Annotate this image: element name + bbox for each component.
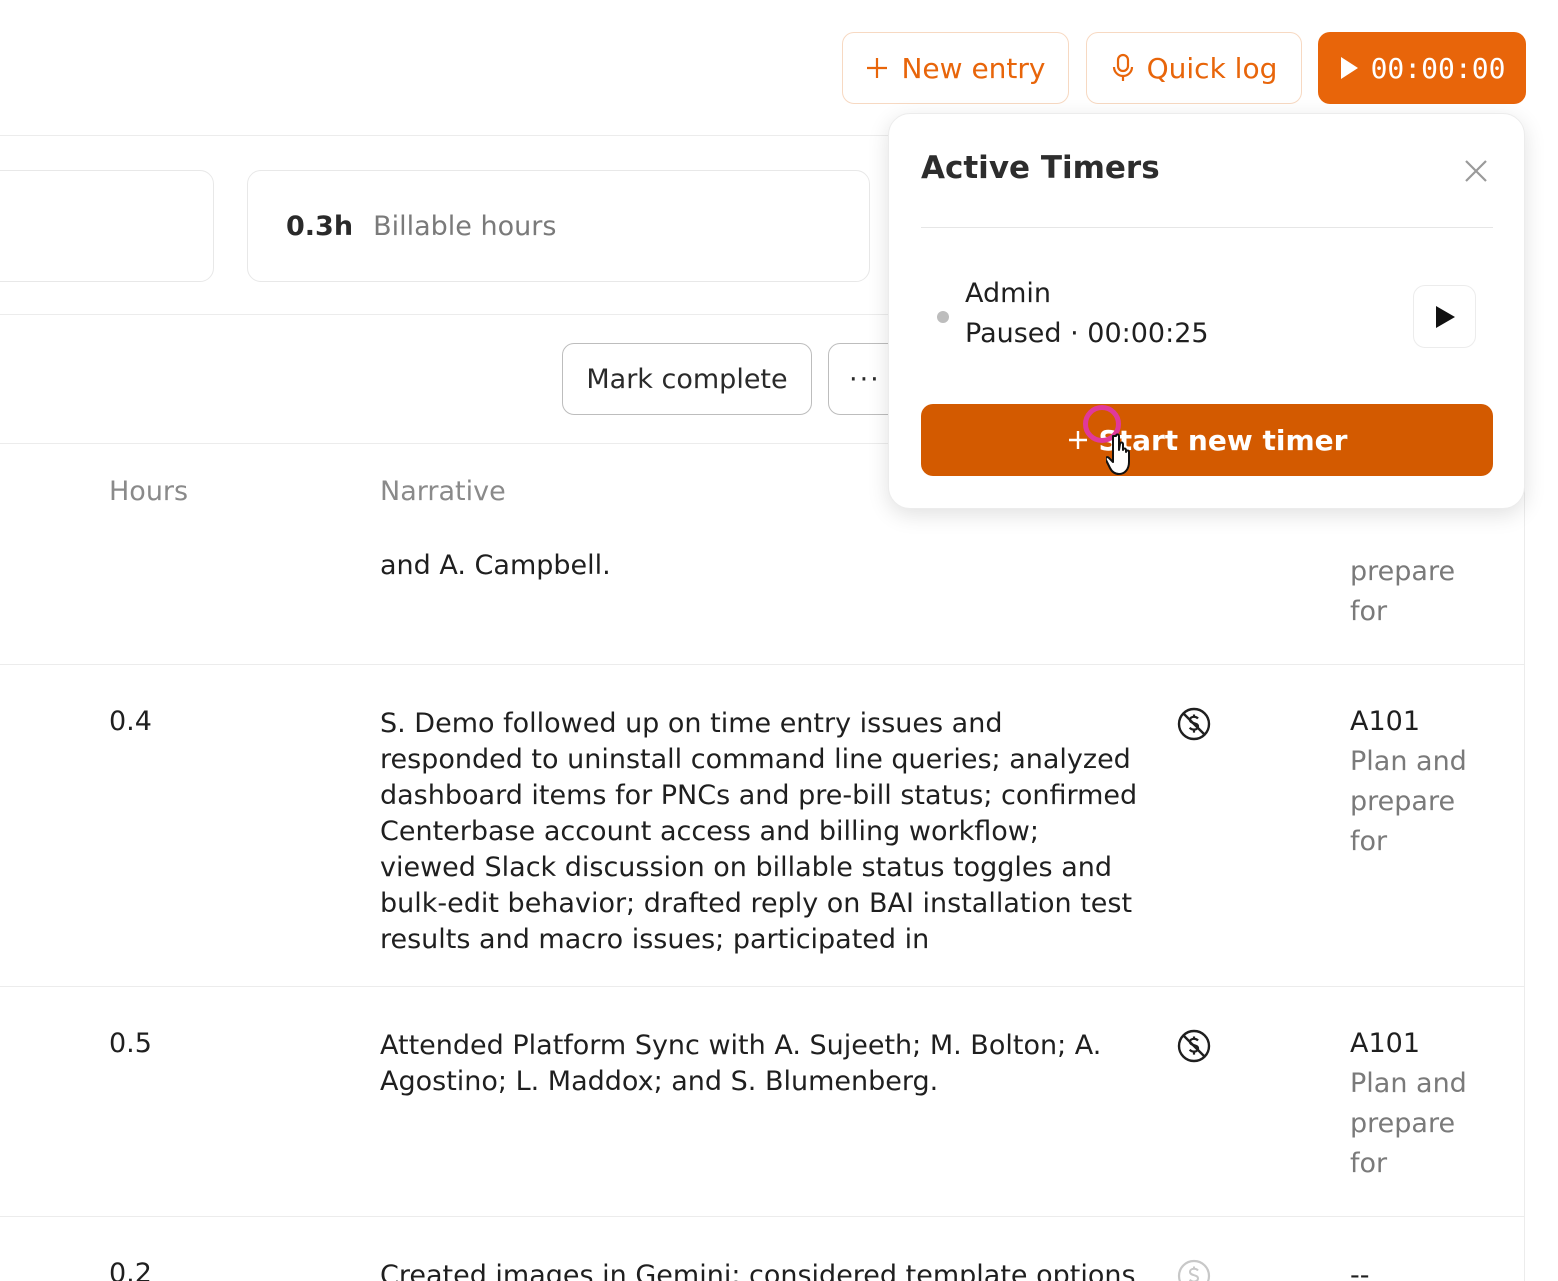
- column-header-hours[interactable]: Hours: [109, 476, 188, 507]
- new-entry-button[interactable]: New entry: [842, 32, 1069, 104]
- timer-status-dot: [937, 311, 949, 323]
- row-narrative: and A. Campbell.: [380, 550, 611, 581]
- billable-hours-label: Billable hours: [373, 210, 557, 242]
- timer-display: 00:00:00: [1370, 51, 1506, 85]
- row-hours: 0.4: [109, 706, 152, 737]
- row-task: A101 Plan and prepare for: [1350, 702, 1500, 862]
- hand-cursor-icon: [1106, 433, 1130, 475]
- row-task-code: --: [1350, 1260, 1370, 1281]
- no-billing-icon[interactable]: [1177, 1029, 1211, 1063]
- row-hours: 0.5: [109, 1028, 152, 1059]
- popover-title: Active Timers: [921, 150, 1160, 186]
- resume-timer-button[interactable]: [1413, 285, 1476, 348]
- row-narrative: S. Demo followed up on time entry issues…: [380, 708, 1138, 955]
- quick-log-button[interactable]: Quick log: [1086, 32, 1302, 104]
- row-divider: [0, 664, 1525, 665]
- timer-button[interactable]: 00:00:00: [1318, 32, 1526, 104]
- timer-status: Paused · 00:00:25: [965, 318, 1209, 349]
- billable-hours-value: 0.3h: [286, 210, 354, 242]
- row-task-description: prepare for: [1350, 556, 1456, 627]
- stats-divider: [0, 314, 900, 315]
- row-divider: [0, 1216, 1525, 1217]
- quick-log-label: Quick log: [1146, 51, 1278, 85]
- dollar-icon[interactable]: [1177, 1259, 1211, 1281]
- row-task: prepare for: [1350, 552, 1500, 632]
- active-timers-popover: Active Timers Admin Paused · 00:00:25 St…: [888, 113, 1525, 509]
- more-options-label: ···: [849, 363, 881, 395]
- timer-name: Admin: [965, 278, 1052, 309]
- microphone-icon: [1112, 53, 1133, 81]
- row-hours: 0.2: [109, 1258, 152, 1281]
- row-narrative: Created images in Gemini; considered tem…: [380, 1260, 1136, 1281]
- billable-hours-card: 0.3h Billable hours: [247, 170, 870, 282]
- table-right-border: [1524, 445, 1525, 1281]
- stat-card: [0, 170, 214, 282]
- row-narrative: Attended Platform Sync with A. Sujeeth; …: [380, 1030, 1102, 1097]
- row-task-description: Plan and prepare for: [1350, 746, 1467, 857]
- mark-complete-button[interactable]: Mark complete: [562, 343, 812, 415]
- mark-complete-label: Mark complete: [586, 363, 788, 395]
- close-icon[interactable]: [1463, 158, 1489, 184]
- new-entry-label: New entry: [901, 51, 1046, 85]
- play-icon: [1340, 57, 1358, 79]
- no-billing-icon[interactable]: [1177, 707, 1211, 741]
- row-divider: [0, 986, 1525, 987]
- row-task-description: Plan and prepare for: [1350, 1068, 1467, 1179]
- play-icon: [1435, 305, 1455, 328]
- column-header-narrative[interactable]: Narrative: [380, 476, 506, 507]
- start-new-timer-button[interactable]: Start new timer: [921, 404, 1493, 476]
- row-task: --: [1350, 1256, 1500, 1281]
- row-task-code: A101: [1350, 706, 1421, 737]
- row-task: A101 Plan and prepare for: [1350, 1024, 1500, 1184]
- popover-divider: [921, 227, 1493, 228]
- row-task-code: A101: [1350, 1028, 1421, 1059]
- plus-icon: [867, 58, 888, 78]
- header-divider: [0, 135, 900, 136]
